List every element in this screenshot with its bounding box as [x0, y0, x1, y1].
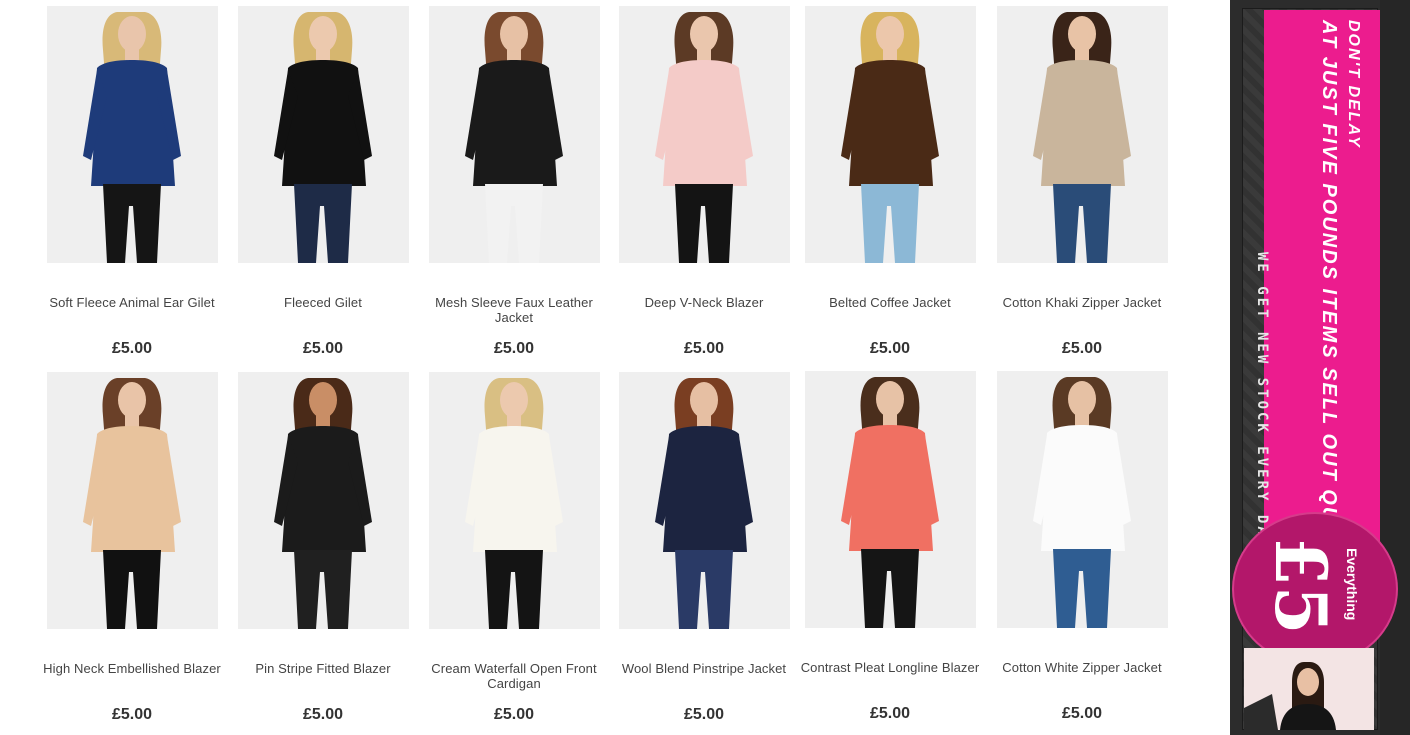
- product-price: £5.00: [302, 340, 344, 357]
- garment: [473, 426, 557, 552]
- product-name[interactable]: Cotton White Zipper Jacket: [987, 660, 1177, 675]
- garment: [282, 426, 366, 552]
- badge-price: £5: [1259, 537, 1342, 635]
- product-name[interactable]: High Neck Embellished Blazer: [37, 661, 227, 676]
- product-image[interactable]: [619, 6, 790, 263]
- product-image[interactable]: [429, 372, 600, 629]
- badge-everything-label: Everything: [1344, 548, 1360, 621]
- product-price: £5.00: [869, 705, 911, 722]
- product-name[interactable]: Wool Blend Pinstripe Jacket: [609, 661, 799, 676]
- garment: [473, 60, 557, 186]
- garment: [91, 60, 175, 186]
- banner-side-text: WE GET NEW STOCK EVERY DAY: [1254, 252, 1270, 550]
- product-price: £5.00: [1061, 705, 1103, 722]
- model-face: [690, 382, 718, 418]
- product-name[interactable]: Deep V-Neck Blazer: [609, 295, 799, 310]
- product-name[interactable]: Belted Coffee Jacket: [795, 295, 985, 310]
- product-name[interactable]: Fleeced Gilet: [228, 295, 418, 310]
- product-image[interactable]: [238, 6, 409, 263]
- garment: [91, 426, 175, 552]
- product-name[interactable]: Pin Stripe Fitted Blazer: [228, 661, 418, 676]
- product-price: £5.00: [683, 340, 725, 357]
- model-face: [118, 382, 146, 418]
- model-face: [690, 16, 718, 52]
- model-face: [876, 381, 904, 417]
- product-image[interactable]: [238, 372, 409, 629]
- model-face: [500, 16, 528, 52]
- banner-line-1: DON'T DELAY: [1345, 20, 1362, 149]
- product-name[interactable]: Soft Fleece Animal Ear Gilet: [37, 295, 227, 310]
- garment: [1041, 425, 1125, 551]
- product-price: £5.00: [493, 340, 535, 357]
- product-name[interactable]: Contrast Pleat Longline Blazer: [795, 660, 985, 675]
- model-face: [309, 16, 337, 52]
- product-listing-page: Soft Fleece Animal Ear Gilet £5.00 Fleec…: [0, 0, 1410, 735]
- product-image[interactable]: [47, 6, 218, 263]
- model-face: [500, 382, 528, 418]
- product-price: £5.00: [869, 340, 911, 357]
- garment: [849, 425, 933, 551]
- product-image[interactable]: [805, 6, 976, 263]
- product-price: £5.00: [683, 706, 725, 723]
- banner-model-image: [1244, 648, 1374, 730]
- product-image[interactable]: [619, 372, 790, 629]
- product-image[interactable]: [997, 371, 1168, 628]
- garment: [849, 60, 933, 186]
- product-price: £5.00: [302, 706, 344, 723]
- model-face: [1068, 381, 1096, 417]
- product-price: £5.00: [1061, 340, 1103, 357]
- product-name[interactable]: Cotton Khaki Zipper Jacket: [987, 295, 1177, 310]
- garment: [663, 60, 747, 186]
- garment: [282, 60, 366, 186]
- product-image[interactable]: [805, 371, 976, 628]
- product-name[interactable]: Cream Waterfall Open Front Cardigan: [419, 661, 609, 691]
- model-face: [1068, 16, 1096, 52]
- product-image[interactable]: [997, 6, 1168, 263]
- product-image[interactable]: [47, 372, 218, 629]
- product-name[interactable]: Mesh Sleeve Faux Leather Jacket: [419, 295, 609, 325]
- model-face: [118, 16, 146, 52]
- product-price: £5.00: [111, 340, 153, 357]
- product-price: £5.00: [493, 706, 535, 723]
- garment: [663, 426, 747, 552]
- model-face: [309, 382, 337, 418]
- model-face: [876, 16, 904, 52]
- garment: [1041, 60, 1125, 186]
- product-price: £5.00: [111, 706, 153, 723]
- product-image[interactable]: [429, 6, 600, 263]
